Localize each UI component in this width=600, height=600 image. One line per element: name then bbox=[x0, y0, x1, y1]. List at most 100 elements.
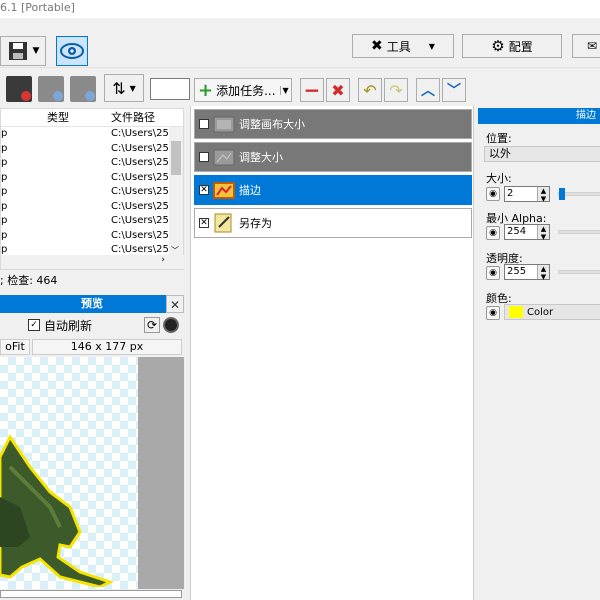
column-header-path[interactable]: 文件路径 bbox=[111, 109, 171, 126]
preview-toggle-button[interactable] bbox=[56, 36, 88, 66]
file-path-cell: C:\Users\252 bbox=[111, 229, 171, 241]
move-down-button[interactable]: ﹀ bbox=[442, 78, 466, 102]
clear-tasks-button[interactable]: ✖ bbox=[326, 78, 350, 102]
auto-refresh-label: 自动刷新 bbox=[44, 319, 93, 333]
tools-label: 工具 bbox=[386, 39, 411, 54]
size-slider[interactable] bbox=[558, 188, 600, 200]
add-task-label: 添加任务... bbox=[216, 83, 276, 98]
eye-icon[interactable]: ◉ bbox=[486, 306, 500, 320]
file-row[interactable]: p C:\Users\252 bbox=[1, 214, 183, 229]
chevron-down-icon: ▼ bbox=[279, 85, 289, 95]
move-up-button[interactable]: ︿ bbox=[416, 78, 440, 102]
progress-bar bbox=[0, 590, 182, 598]
minus-icon: − bbox=[303, 78, 321, 102]
stroke-icon bbox=[213, 182, 235, 199]
file-name-cell: p bbox=[1, 142, 8, 154]
file-name-cell: p bbox=[1, 186, 8, 197]
remove-file-icon[interactable] bbox=[6, 76, 32, 102]
tools-button[interactable]: ✖ 工具 ▼ bbox=[352, 34, 454, 58]
scroll-right-icon[interactable]: › bbox=[161, 255, 165, 265]
add-folder-icon[interactable] bbox=[70, 76, 96, 102]
file-list-header: 类型 文件路径 bbox=[1, 109, 183, 127]
properties-header: 描边 bbox=[478, 108, 600, 124]
file-row[interactable]: p C:\Users\252 bbox=[1, 229, 183, 244]
opacity-slider[interactable] bbox=[558, 270, 600, 274]
preview-canvas[interactable] bbox=[0, 357, 184, 589]
column-header-type[interactable]: 类型 bbox=[47, 109, 111, 126]
color-picker[interactable]: Color bbox=[504, 304, 600, 320]
config-button[interactable]: ⚙ 配置 bbox=[462, 34, 562, 58]
undo-button[interactable]: ↶ bbox=[358, 78, 382, 102]
task-stroke[interactable]: ✕ 描边 bbox=[194, 175, 472, 205]
file-row[interactable]: p C:\Users\252 bbox=[1, 142, 183, 157]
spin-buttons[interactable]: ▲ ▼ bbox=[537, 265, 549, 281]
auto-refresh-checkbox[interactable]: ✓ bbox=[28, 319, 40, 331]
resize-canvas-icon bbox=[213, 116, 235, 133]
preview-header: 预览 ✕ bbox=[0, 295, 184, 313]
save-as-icon bbox=[214, 213, 232, 233]
redo-button[interactable]: ↷ bbox=[384, 78, 408, 102]
file-list: 类型 文件路径 p C:\Users\252 p C:\Users\252 p C:\Us… bbox=[0, 108, 185, 270]
file-row[interactable]: p C:\Users\252 bbox=[1, 200, 183, 215]
filter-input[interactable] bbox=[150, 78, 190, 100]
min-alpha-value: 254 bbox=[507, 226, 527, 237]
remove-task-button[interactable]: − bbox=[300, 78, 324, 102]
sort-icon: ⇅ bbox=[112, 78, 126, 98]
task-resize-canvas[interactable]: 调整画布大小 bbox=[194, 109, 472, 139]
close-icon[interactable]: ✕ bbox=[166, 295, 184, 313]
min-alpha-slider[interactable] bbox=[558, 230, 600, 234]
task-checkbox[interactable] bbox=[199, 152, 209, 162]
file-name-cell: p bbox=[1, 128, 8, 139]
opacity-spinner[interactable]: 255 ▲ ▼ bbox=[504, 264, 550, 281]
main-toolbar: ▼ ✖ 工具 ▼ ⚙ 配置 ✉ bbox=[0, 18, 600, 68]
mail-icon: ✉ bbox=[586, 39, 598, 53]
size-spinner[interactable]: 2 ▲ ▼ bbox=[504, 186, 550, 203]
spin-buttons[interactable]: ▲ ▼ bbox=[537, 225, 549, 241]
stop-icon[interactable] bbox=[163, 317, 179, 333]
task-checkbox[interactable]: ✕ bbox=[199, 185, 209, 195]
mail-button[interactable]: ✉ bbox=[572, 34, 600, 58]
file-row[interactable]: p C:\Users\252 bbox=[1, 171, 183, 186]
task-resize[interactable]: 调整大小 bbox=[194, 142, 472, 172]
task-checkbox[interactable]: ✕ bbox=[199, 218, 209, 228]
file-path-cell: C:\Users\252 bbox=[111, 128, 171, 139]
file-status: ; 检查: 464 bbox=[0, 274, 58, 287]
eye-icon[interactable]: ◉ bbox=[486, 187, 500, 201]
add-task-button[interactable]: + 添加任务... ▼ bbox=[194, 78, 292, 102]
undo-icon: ↶ bbox=[363, 80, 377, 100]
file-name-cell: p bbox=[1, 229, 8, 241]
add-file-icon[interactable] bbox=[38, 76, 64, 102]
fit-button[interactable]: oFit bbox=[0, 339, 30, 355]
task-save-as[interactable]: ✕ 另存为 bbox=[194, 208, 472, 238]
window-title: 6.1 [Portable] bbox=[0, 0, 600, 18]
eye-icon[interactable]: ◉ bbox=[486, 266, 500, 280]
horizontal-scrollbar[interactable]: › bbox=[1, 255, 185, 269]
file-path-cell: C:\Users\252 bbox=[111, 200, 171, 212]
chevron-down-icon: ▼ bbox=[428, 41, 435, 51]
sort-button[interactable]: ⇅ ▼ bbox=[104, 74, 144, 102]
file-row[interactable]: p C:\Users\252 bbox=[1, 127, 183, 142]
file-row[interactable]: p C:\Users\252 bbox=[1, 156, 183, 171]
refresh-icon[interactable]: ⟳ bbox=[144, 317, 160, 333]
preview-image bbox=[0, 434, 114, 587]
close-icon: ✖ bbox=[331, 80, 345, 100]
properties-panel: 描边 位置: 以外 大小: ◉ 2 ▲ ▼ 最小 Alpha: ◉ 254 ▲ ▼ … bbox=[478, 106, 600, 600]
task-checkbox[interactable] bbox=[199, 119, 209, 129]
task-label: 另存为 bbox=[239, 217, 272, 230]
file-toolbar: ⇅ ▼ bbox=[0, 70, 190, 108]
spin-buttons[interactable]: ▲ ▼ bbox=[537, 187, 549, 203]
position-dropdown[interactable]: 以外 bbox=[484, 146, 600, 162]
save-dropdown-button[interactable]: ▼ bbox=[0, 36, 46, 66]
size-value: 2 bbox=[507, 188, 514, 199]
plus-icon: + bbox=[198, 79, 214, 101]
chevron-down-icon: ▼ bbox=[32, 46, 40, 56]
file-row[interactable]: p C:\Users\252 bbox=[1, 185, 183, 200]
task-label: 描边 bbox=[239, 184, 261, 197]
min-alpha-spinner[interactable]: 254 ▲ ▼ bbox=[504, 224, 550, 241]
file-path-cell: C:\Users\252 bbox=[111, 171, 171, 183]
file-path-cell: C:\Users\252 bbox=[111, 157, 171, 168]
eye-icon[interactable]: ◉ bbox=[486, 226, 500, 240]
color-swatch bbox=[509, 306, 523, 318]
position-label: 位置: bbox=[486, 132, 512, 145]
vertical-scrollbar[interactable]: ﹀ bbox=[169, 127, 183, 257]
